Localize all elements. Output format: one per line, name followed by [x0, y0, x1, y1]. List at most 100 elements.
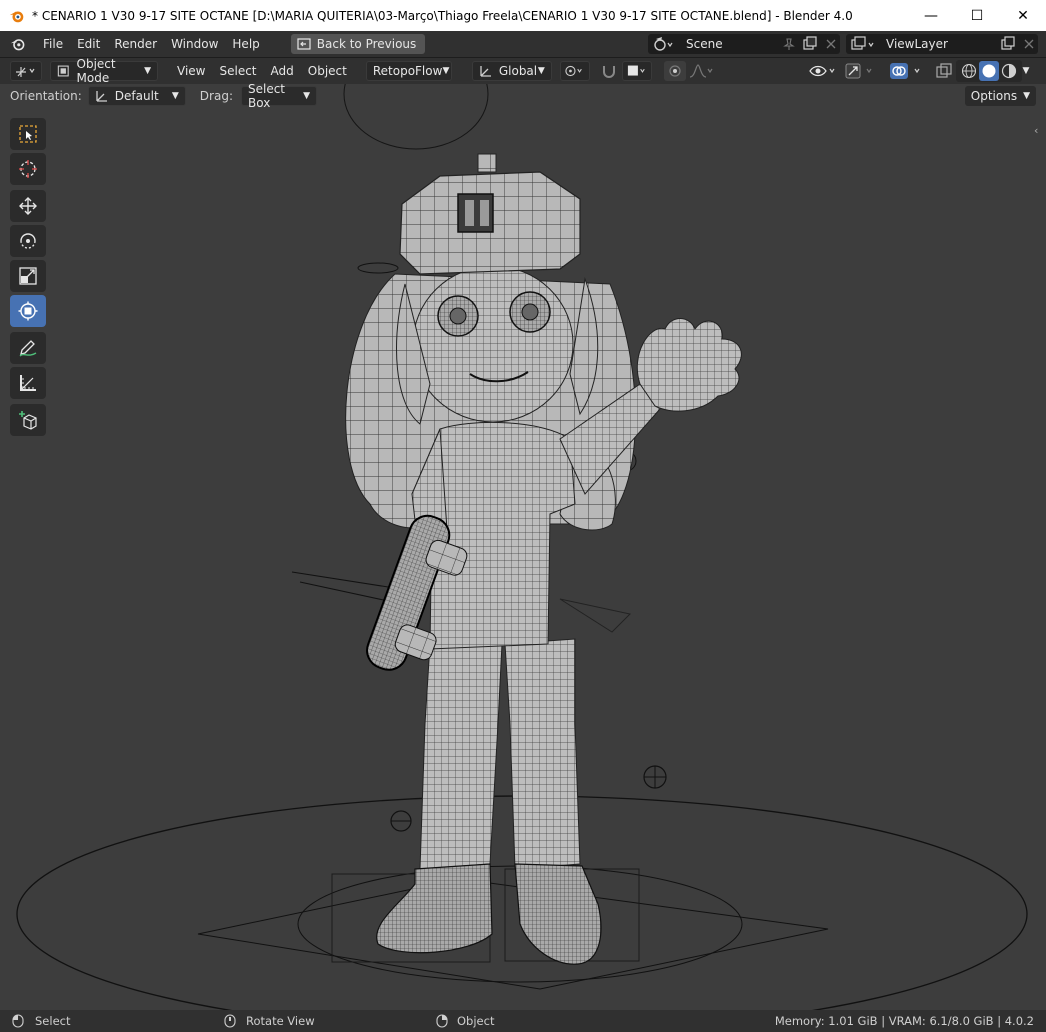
options-dropdown[interactable]: Options ▼ [964, 86, 1036, 106]
snap-toggle[interactable] [598, 61, 620, 81]
sidebar-toggle[interactable]: ‹ [1034, 124, 1044, 138]
chevron-down-icon: ▼ [537, 66, 545, 76]
scale-icon [19, 267, 37, 285]
window-titlebar: * CENARIO 1 V30 9-17 SITE OCTANE [D:\MAR… [0, 0, 1046, 31]
status-bar: Select Rotate View Object Memory: 1.01 G… [0, 1010, 1046, 1032]
scene-render[interactable] [0, 84, 1046, 1010]
visibility-dropdown[interactable] [808, 61, 838, 81]
chevron-left-icon: ‹ [1034, 124, 1039, 137]
menu-help[interactable]: Help [225, 31, 266, 57]
view-layer-selector[interactable]: ViewLayer [846, 34, 1038, 54]
overlays-icon [890, 63, 920, 79]
tool-annotate[interactable] [10, 332, 46, 364]
maximize-button[interactable]: ☐ [954, 0, 1000, 31]
shading-options-dropdown[interactable]: ▼ [1018, 61, 1034, 81]
drag-setting-value: Select Box [247, 82, 286, 110]
minimize-button[interactable]: — [908, 0, 954, 31]
shading-wireframe-button[interactable] [959, 61, 979, 81]
close-button[interactable]: ✕ [1000, 0, 1046, 31]
magnet-icon [602, 66, 615, 78]
proportional-editing-toggle[interactable] [663, 61, 686, 81]
retopoflow-label: RetopoFlow [372, 64, 443, 78]
scene-name[interactable]: Scene [686, 37, 782, 51]
blender-logo-icon [9, 11, 24, 22]
tool-settings-bar: Orientation: Default ▼ Drag: Select Box … [0, 82, 1046, 110]
mouse-right-icon [436, 1014, 448, 1028]
falloff-curve-icon [689, 64, 713, 78]
menu-window[interactable]: Window [164, 31, 225, 57]
gizmo-toggle[interactable] [844, 61, 878, 81]
orientation-setting-dropdown[interactable]: Default ▼ [87, 86, 186, 106]
delete-scene-icon[interactable] [824, 37, 838, 51]
eye-icon [809, 65, 835, 77]
tool-add-cube[interactable] [10, 404, 46, 436]
wireframe-sphere-icon [961, 63, 977, 79]
menu-add[interactable]: Add [264, 58, 301, 84]
3d-view-header: Object Mode ▼ View Select Add Object Ret… [0, 57, 1046, 85]
shading-material-button[interactable] [999, 61, 1019, 81]
menu-edit[interactable]: Edit [70, 31, 107, 57]
tool-scale[interactable] [10, 260, 46, 292]
view-layer-icon [851, 36, 874, 50]
tool-cursor[interactable] [10, 153, 46, 185]
chevron-down-icon: ▼ [1022, 66, 1030, 76]
falloff-dropdown[interactable] [688, 61, 716, 81]
new-scene-icon[interactable] [802, 36, 818, 52]
orientation-axes-icon [96, 91, 107, 102]
snap-increment-icon [627, 65, 645, 76]
add-cube-icon [19, 411, 37, 430]
3d-viewport[interactable] [0, 84, 1046, 1010]
annotate-pencil-icon [19, 340, 37, 357]
orientation-label: Global [498, 64, 538, 78]
tool-measure[interactable] [10, 367, 46, 399]
new-view-layer-icon[interactable] [1000, 36, 1016, 52]
scene-icon [654, 37, 673, 51]
cursor-3d-icon [19, 160, 37, 178]
chevron-down-icon: ▼ [1023, 91, 1030, 101]
back-screen-icon [297, 38, 311, 50]
menu-object[interactable]: Object [301, 58, 354, 84]
menu-file[interactable]: File [36, 31, 70, 57]
pivot-icon [565, 65, 582, 77]
back-to-previous-label: Back to Previous [316, 37, 417, 51]
scene-selector[interactable]: Scene [648, 34, 840, 54]
back-to-previous-button[interactable]: Back to Previous [290, 34, 426, 54]
tool-rotate[interactable] [10, 225, 46, 257]
transform-orientation-dropdown[interactable]: Global ▼ [471, 61, 552, 81]
status-right-mouse: Object [436, 1014, 494, 1028]
mode-dropdown[interactable]: Object Mode ▼ [50, 57, 158, 85]
chevron-down-icon: ▼ [303, 91, 310, 101]
solid-sphere-icon [982, 64, 996, 78]
maximize-icon: ☐ [970, 7, 984, 24]
drag-setting-label: Drag: [199, 89, 233, 103]
window-title: * CENARIO 1 V30 9-17 SITE OCTANE [D:\MAR… [32, 8, 853, 23]
xray-icon [936, 63, 952, 78]
axis-gizmo-icon [16, 67, 35, 77]
memory-stats: Memory: 1.01 GiB | VRAM: 6.1/8.0 GiB | 4… [774, 1014, 1034, 1028]
tool-select-box[interactable] [10, 118, 46, 150]
delete-view-layer-icon[interactable] [1022, 37, 1036, 51]
menu-render[interactable]: Render [107, 31, 164, 57]
retopoflow-dropdown[interactable]: RetopoFlow ▼ [365, 61, 452, 81]
status-rotate-view-label: Rotate View [246, 1014, 315, 1028]
tool-move[interactable] [10, 190, 46, 222]
overlays-toggle[interactable] [888, 61, 928, 81]
chevron-down-icon: ▼ [171, 91, 179, 101]
snap-target-dropdown[interactable] [621, 61, 652, 81]
menu-select[interactable]: Select [212, 58, 263, 84]
view-layer-name[interactable]: ViewLayer [886, 37, 1000, 51]
chevron-down-icon: ▼ [144, 66, 151, 76]
orientation-axes-icon [480, 66, 491, 77]
pivot-point-dropdown[interactable] [559, 61, 590, 81]
drag-setting-dropdown[interactable]: Select Box ▼ [240, 82, 317, 110]
xray-toggle[interactable] [934, 61, 954, 81]
blender-menu-icon[interactable] [10, 36, 26, 52]
tool-transform[interactable] [10, 295, 46, 327]
shading-solid-button[interactable] [979, 61, 999, 81]
pin-icon[interactable] [782, 37, 796, 51]
editor-type-dropdown[interactable] [10, 61, 42, 81]
transform-icon [18, 301, 38, 321]
options-label: Options [970, 89, 1018, 103]
menu-view[interactable]: View [170, 58, 212, 84]
move-arrows-icon [19, 197, 37, 215]
